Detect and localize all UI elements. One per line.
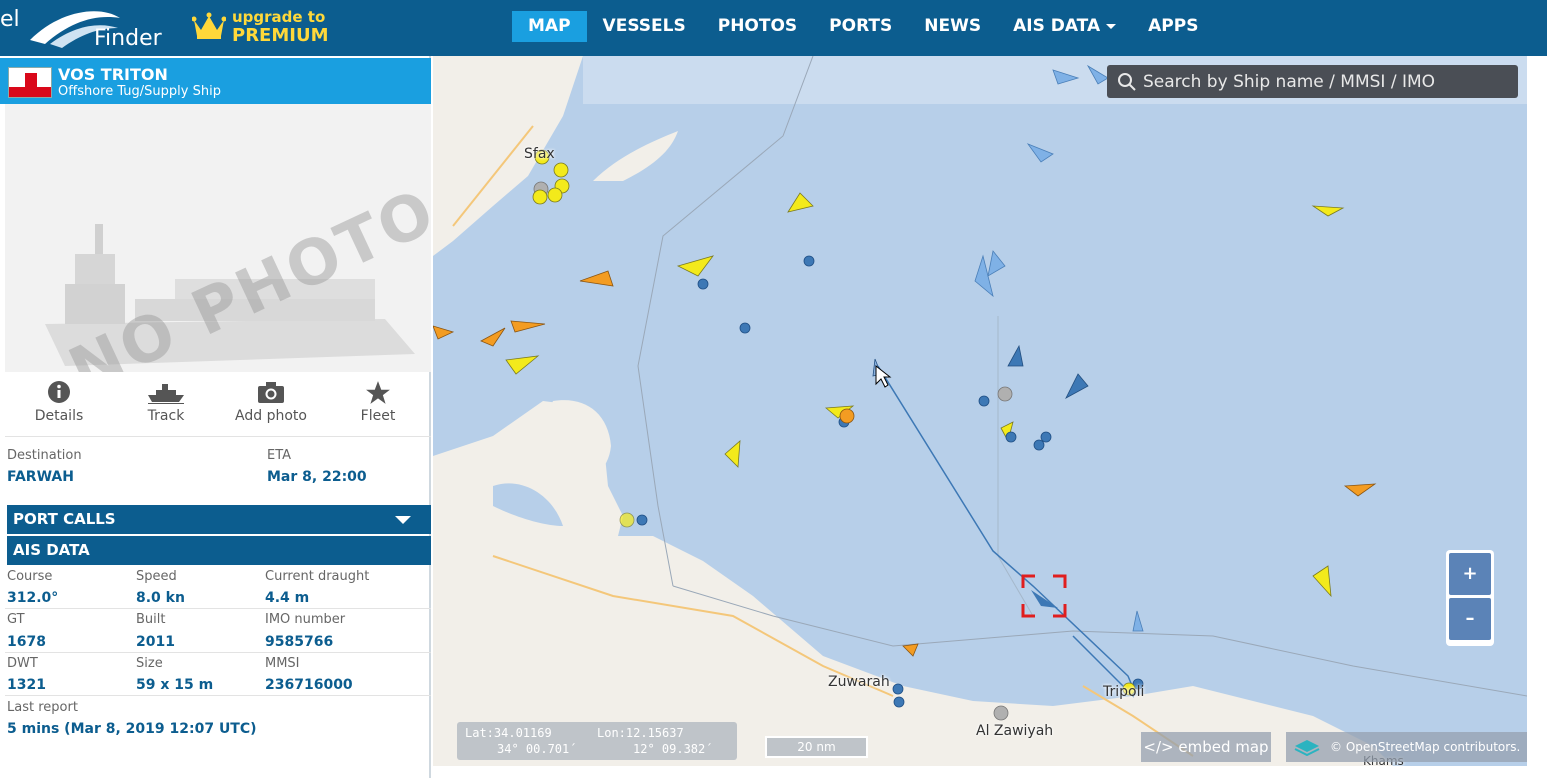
crown-icon bbox=[192, 12, 226, 39]
draught-value: 4.4 m bbox=[265, 590, 310, 606]
details-button[interactable]: Details bbox=[9, 380, 109, 424]
fleet-label: Fleet bbox=[360, 408, 396, 424]
last-report-value: 5 mins (Mar 8, 2019 12:07 UTC) bbox=[7, 721, 257, 737]
embed-map-button[interactable]: </> embed map bbox=[1141, 732, 1271, 762]
built-value: 2011 bbox=[136, 634, 175, 650]
speed-label: Speed bbox=[136, 569, 177, 584]
draught-label: Current draught bbox=[265, 569, 370, 584]
camera-icon bbox=[221, 380, 321, 408]
search-input[interactable] bbox=[1143, 65, 1513, 98]
attribution-text[interactable]: © OpenStreetMap contributors. bbox=[1330, 732, 1520, 762]
imo-label: IMO number bbox=[265, 612, 346, 627]
nav-apps-label: APPS bbox=[1148, 16, 1199, 36]
longitude-dms: 12° 09.382´ bbox=[633, 742, 713, 756]
chevron-down-icon bbox=[395, 516, 411, 524]
site-logo[interactable]: el Finder bbox=[0, 0, 170, 56]
dwt-label: DWT bbox=[7, 656, 38, 671]
ship-icon bbox=[116, 380, 216, 408]
ais-data-title: AIS DATA bbox=[13, 541, 90, 559]
star-icon bbox=[328, 380, 428, 408]
zoom-in-button[interactable]: + bbox=[1449, 553, 1491, 595]
size-label: Size bbox=[136, 656, 163, 671]
search-icon bbox=[1118, 73, 1136, 91]
vessel-header: VOS TRITON Offshore Tug/Supply Ship bbox=[0, 58, 431, 104]
nav-ports[interactable]: PORTS bbox=[813, 11, 908, 42]
top-navigation-bar: el Finder upgrade to PREMIUM MAP VESSELS… bbox=[0, 0, 1547, 56]
nav-apps[interactable]: APPS bbox=[1132, 11, 1214, 42]
nav-news[interactable]: NEWS bbox=[908, 11, 997, 42]
dwt-value: 1321 bbox=[7, 677, 46, 693]
course-label: Course bbox=[7, 569, 53, 584]
vessel-name: VOS TRITON bbox=[58, 65, 168, 84]
nav-map[interactable]: MAP bbox=[512, 11, 587, 42]
zoom-out-button[interactable]: – bbox=[1449, 598, 1491, 640]
track-label: Track bbox=[147, 408, 185, 424]
main-nav: MAP VESSELS PHOTOS PORTS NEWS AIS DATA A… bbox=[512, 11, 1214, 42]
speed-value: 8.0 kn bbox=[136, 590, 185, 606]
ais-data-section-header: AIS DATA bbox=[7, 536, 431, 565]
nav-vessels-label: VESSELS bbox=[602, 16, 686, 36]
premium-label-bottom: PREMIUM bbox=[232, 25, 329, 46]
map-canvas[interactable] bbox=[433, 56, 1527, 766]
premium-label-top: upgrade to bbox=[232, 8, 326, 26]
nav-vessels[interactable]: VESSELS bbox=[587, 11, 702, 42]
nav-ais-data[interactable]: AIS DATA bbox=[997, 11, 1132, 42]
longitude-decimal: Lon:12.15637 bbox=[597, 726, 684, 740]
size-value: 59 x 15 m bbox=[136, 677, 214, 693]
vessel-actions: Details Track Add photo Fleet bbox=[5, 380, 431, 440]
last-report-label: Last report bbox=[7, 700, 78, 715]
ais-row-1: Course Speed Current draught 312.0° 8.0 … bbox=[5, 565, 431, 608]
eta-value: Mar 8, 22:00 bbox=[267, 469, 367, 485]
nav-ports-label: PORTS bbox=[829, 16, 893, 36]
map-scale-bar: 20 nm bbox=[765, 736, 868, 758]
fleet-button[interactable]: Fleet bbox=[328, 380, 428, 424]
latitude-decimal: Lat:34.01169 bbox=[465, 726, 552, 740]
map-attribution: © OpenStreetMap contributors. bbox=[1286, 732, 1527, 762]
course-value: 312.0° bbox=[7, 590, 59, 606]
vessel-panel: VOS TRITON Offshore Tug/Supply Ship NO P… bbox=[0, 56, 431, 778]
ais-row-4: Last report 5 mins (Mar 8, 2019 12:07 UT… bbox=[5, 695, 431, 739]
nav-news-label: NEWS bbox=[924, 16, 982, 36]
track-button[interactable]: Track bbox=[116, 380, 216, 424]
gt-label: GT bbox=[7, 612, 25, 627]
gibraltar-flag-icon bbox=[8, 67, 52, 98]
imo-value: 9585766 bbox=[265, 634, 334, 650]
map-view[interactable]: Sfax Zuwarah Tripoli Al Zawiyah Khams + … bbox=[433, 56, 1527, 766]
nav-photos-label: PHOTOS bbox=[717, 16, 798, 36]
destination-label: Destination bbox=[7, 448, 82, 463]
place-label-sfax: Sfax bbox=[524, 146, 555, 162]
info-icon bbox=[9, 380, 109, 408]
ais-row-3: DWT Size MMSI 1321 59 x 15 m 236716000 bbox=[5, 652, 431, 695]
vessel-type: Offshore Tug/Supply Ship bbox=[58, 84, 221, 99]
mmsi-label: MMSI bbox=[265, 656, 300, 671]
vessel-photo-placeholder: NO PHOTO bbox=[5, 104, 431, 372]
port-calls-title: PORT CALLS bbox=[13, 510, 116, 528]
latitude-dms: 34° 00.701´ bbox=[497, 742, 577, 756]
nav-photos[interactable]: PHOTOS bbox=[702, 11, 813, 42]
port-calls-section-toggle[interactable]: PORT CALLS bbox=[7, 505, 431, 534]
destination-value: FARWAH bbox=[7, 469, 74, 485]
mmsi-value: 236716000 bbox=[265, 677, 353, 693]
voyage-row: Destination ETA FARWAH Mar 8, 22:00 bbox=[5, 436, 431, 489]
zoom-controls: + – bbox=[1446, 550, 1494, 646]
built-label: Built bbox=[136, 612, 166, 627]
place-label-al-zawiyah: Al Zawiyah bbox=[976, 723, 1054, 739]
place-label-zuwarah: Zuwarah bbox=[828, 674, 890, 690]
ais-row-2: GT Built IMO number 1678 2011 9585766 bbox=[5, 608, 431, 652]
nav-map-label: MAP bbox=[528, 16, 571, 36]
add-photo-button[interactable]: Add photo bbox=[221, 380, 321, 424]
logo-text-left: el bbox=[0, 7, 20, 32]
logo-text-right: Finder bbox=[94, 26, 162, 51]
eta-label: ETA bbox=[267, 448, 292, 463]
place-label-tripoli: Tripoli bbox=[1103, 684, 1145, 700]
page-bottom-strip bbox=[433, 766, 1547, 778]
chevron-down-icon bbox=[1106, 23, 1117, 29]
nav-ais-data-label: AIS DATA bbox=[1013, 16, 1101, 36]
add-photo-label: Add photo bbox=[235, 408, 307, 424]
layers-icon[interactable] bbox=[1294, 738, 1320, 756]
ship-search-box[interactable] bbox=[1107, 65, 1518, 98]
cursor-coordinates: Lat:34.01169 Lon:12.15637 34° 00.701´ 12… bbox=[457, 722, 737, 760]
details-label: Details bbox=[34, 408, 84, 424]
gt-value: 1678 bbox=[7, 634, 46, 650]
